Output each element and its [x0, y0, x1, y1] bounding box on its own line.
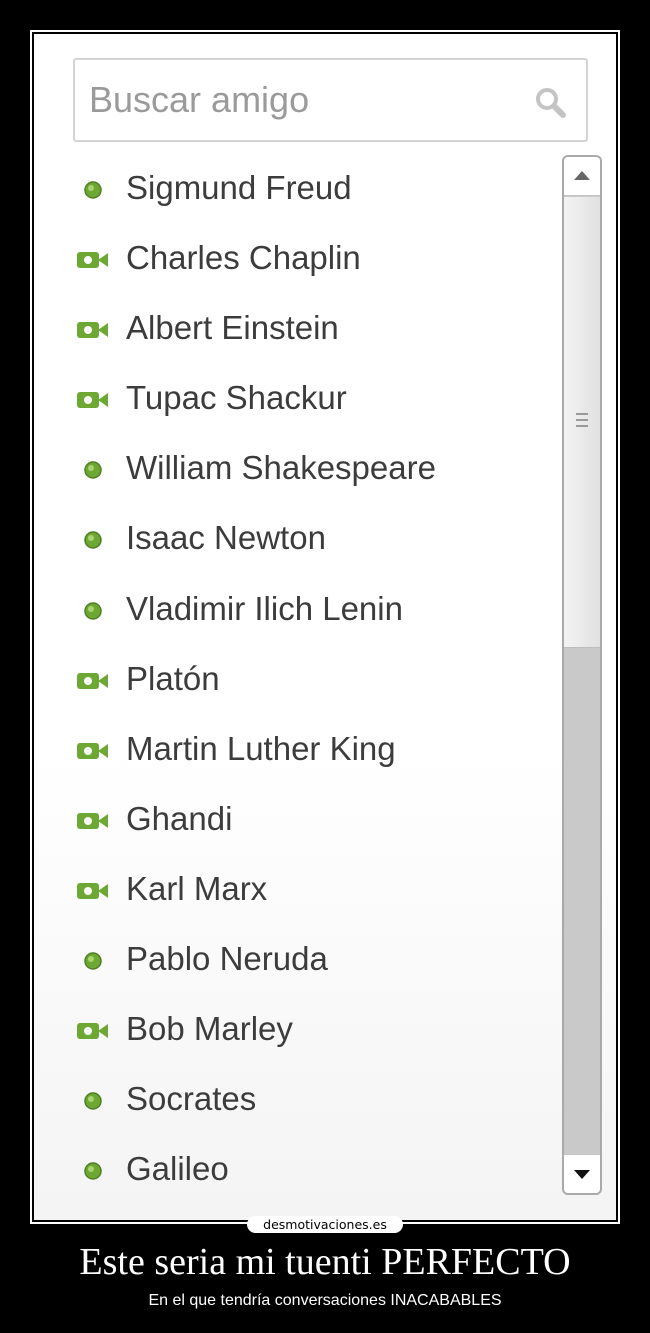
video-camera-icon — [77, 882, 108, 899]
friend-list: Sigmund Freud Charles Chaplin Albert Einst… — [74, 155, 554, 1206]
friend-name: Charles Chaplin — [126, 239, 361, 277]
scroll-up-button[interactable] — [564, 157, 600, 196]
search-input[interactable] — [89, 78, 509, 122]
friend-name: Bob Marley — [126, 1010, 293, 1048]
video-camera-icon — [77, 742, 108, 759]
friend-name: Platón — [126, 659, 220, 697]
scrollbar[interactable] — [562, 155, 602, 1195]
friend-item[interactable]: Vladimir Ilich Lenin — [74, 576, 554, 646]
friend-item[interactable]: Socrates — [74, 1066, 554, 1136]
video-camera-icon — [77, 322, 108, 339]
friend-item[interactable]: Tupac Shackur — [74, 365, 554, 435]
poster-title: Este seria mi tuenti PERFECTO — [79, 1241, 571, 1283]
friend-item[interactable]: William Shakespeare — [74, 435, 554, 505]
video-camera-icon — [77, 812, 108, 829]
search-box[interactable] — [73, 58, 588, 142]
grip-icon — [576, 413, 588, 427]
friend-name: Albert Einstein — [126, 309, 339, 347]
scroll-down-button[interactable] — [564, 1154, 600, 1193]
friend-item[interactable]: Karl Marx — [74, 856, 554, 926]
video-camera-icon — [77, 1023, 108, 1040]
friend-item[interactable]: Pablo Neruda — [74, 926, 554, 996]
arrow-down-icon — [574, 1170, 590, 1179]
friend-name: Martin Luther King — [126, 729, 396, 767]
friend-name: William Shakespeare — [126, 449, 436, 487]
friend-name: Tupac Shackur — [126, 379, 347, 417]
friend-name: Vladimir Ilich Lenin — [126, 589, 403, 627]
online-dot-icon — [84, 531, 102, 550]
video-camera-icon — [77, 672, 108, 689]
friend-item[interactable]: Bob Marley — [74, 996, 554, 1066]
poster-subtitle: En el que tendría conversaciones INACABA… — [148, 1292, 502, 1309]
friend-name: Ghandi — [126, 799, 233, 837]
scroll-thumb[interactable] — [564, 197, 600, 648]
video-camera-icon — [77, 252, 108, 269]
friend-item[interactable]: Albert Einstein — [74, 295, 554, 365]
video-camera-icon — [77, 392, 108, 409]
friend-item[interactable]: Platón — [74, 646, 554, 716]
friend-item[interactable]: Martin Luther King — [74, 716, 554, 786]
friend-name: Galileo — [126, 1150, 229, 1188]
online-dot-icon — [84, 461, 102, 480]
online-dot-icon — [84, 181, 102, 199]
friend-item[interactable]: Galileo — [74, 1136, 554, 1206]
arrow-up-icon — [574, 171, 590, 180]
friend-name: Pablo Neruda — [126, 940, 328, 978]
watermark: desmotivaciones.es — [247, 1216, 403, 1233]
online-dot-icon — [84, 601, 102, 620]
online-dot-icon — [84, 952, 102, 970]
online-dot-icon — [84, 1162, 102, 1181]
friend-item[interactable]: Sigmund Freud — [74, 155, 554, 225]
friend-name: Sigmund Freud — [126, 169, 352, 206]
friend-name: Socrates — [126, 1080, 257, 1118]
friend-item[interactable]: Charles Chaplin — [74, 225, 554, 295]
search-icon[interactable] — [532, 84, 568, 120]
friend-item[interactable]: Ghandi — [74, 786, 554, 856]
friend-name: Karl Marx — [126, 869, 268, 907]
friend-item[interactable]: Isaac Newton — [74, 505, 554, 575]
online-dot-icon — [84, 1092, 102, 1110]
friend-name: Isaac Newton — [126, 519, 326, 557]
